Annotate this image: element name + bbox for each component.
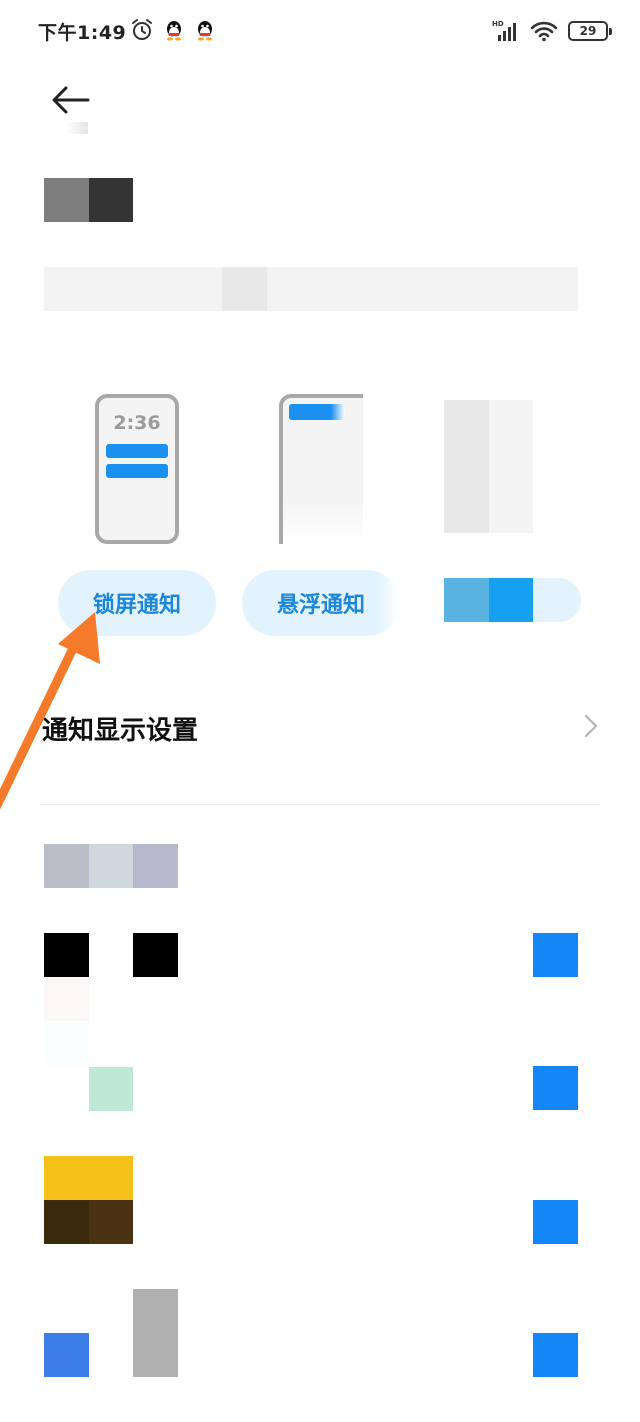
redacted-pill-block [533,578,581,622]
redacted-description-block [222,267,267,311]
redacted-app-icon [44,1156,133,1200]
redacted-app-icon [133,1289,178,1377]
redacted-app-icon [89,1200,133,1244]
redacted-title-block [89,178,133,222]
redacted-title-block [44,178,89,222]
redacted-app-icon [44,1200,89,1244]
cellular-signal-icon: HD [492,20,516,41]
redacted-pill-block [489,578,533,622]
preview-clock: 2:36 [113,412,161,434]
divider [40,804,600,805]
app-notification-toggle[interactable] [533,1200,578,1244]
app-notification-toggle[interactable] [533,1066,578,1110]
redacted-app-icon [44,977,89,1021]
lock-screen-preview[interactable]: 2:36 [95,394,179,544]
wifi-icon [530,21,558,42]
chevron-right-icon [584,714,598,738]
app-notification-toggle[interactable] [533,1333,578,1377]
redacted-app-icon [44,1333,89,1377]
status-right: HD 29 [492,18,612,44]
status-bar: 下午1:49 HD 29 [0,0,640,62]
app-notification-toggle[interactable] [533,933,578,977]
qq-icon [198,21,212,41]
redacted-section-title [89,844,133,888]
redacted-description [44,267,578,311]
redacted-section-title [133,844,178,888]
qq-icon [167,21,181,41]
redacted-preview [444,400,489,533]
annotation-arrow-icon [0,612,100,810]
floating-preview[interactable] [279,394,363,544]
redacted-app-icon [44,1022,89,1066]
back-arrow-icon[interactable] [44,80,100,124]
floating-notification-button[interactable]: 悬浮通知 [242,570,400,636]
redacted-app-icon [44,933,89,977]
redacted-fragment [66,122,88,134]
alarm-icon [132,19,152,40]
preview-floating-bar [289,404,345,420]
redacted-app-icon [133,933,178,977]
preview-notification-bar [106,464,168,478]
battery-indicator: 29 [568,21,612,41]
redacted-app-icon [89,1067,133,1111]
redacted-section-title [44,844,89,888]
redacted-preview [489,400,533,533]
network-type: HD [492,20,504,28]
redacted-pill-block [444,578,489,622]
preview-notification-bar [106,444,168,458]
status-time: 下午1:49 [38,22,127,44]
